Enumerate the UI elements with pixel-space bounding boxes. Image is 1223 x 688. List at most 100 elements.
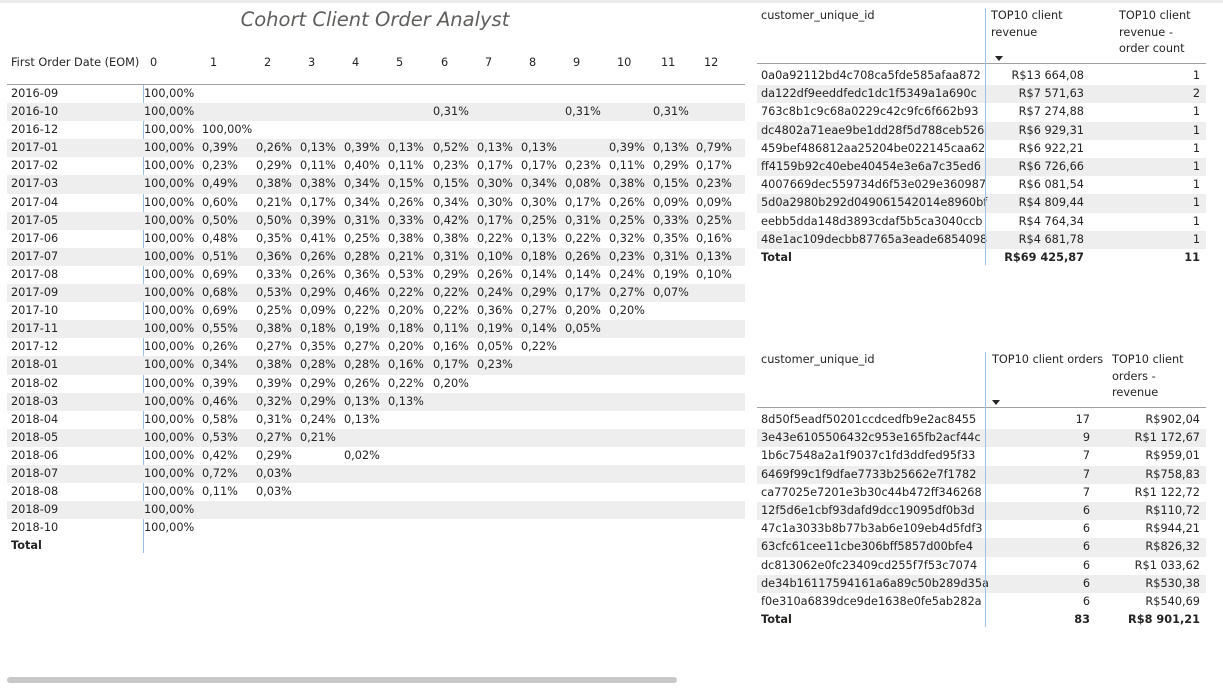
matrix-row[interactable]: 2016-12 100,00% 100,00% <box>7 121 745 139</box>
table-row[interactable]: 48e1ac109decbb87765a3eade6854098 R$4 681,… <box>757 230 1206 249</box>
column-header[interactable]: 0 <box>150 56 157 69</box>
matrix-cell: 100,00% <box>144 195 195 209</box>
sort-descending-icon[interactable] <box>992 400 1000 405</box>
table-row[interactable]: 4007669dec559734d6f53e029e360987 R$6 081,… <box>757 176 1206 194</box>
matrix-cell: 0,31% <box>565 213 601 227</box>
matrix-row[interactable]: 2018-04 100,00% 0,58% 0,31% 0,24% 0,13% <box>7 411 745 429</box>
column-header[interactable]: 6 <box>441 56 448 69</box>
column-header[interactable]: 9 <box>573 56 580 69</box>
table-row[interactable]: 3e43e6105506432c953e165fb2acf44c 9 R$1 172… <box>757 429 1206 448</box>
matrix-cell: 0,48% <box>202 231 238 245</box>
value-cell: R$758,83 <box>1145 467 1200 481</box>
row-label: 2018-09 <box>11 503 59 517</box>
matrix-row[interactable]: 2017-08 100,00% 0,69% 0,33% 0,26% 0,36% 0,53% 0… <box>7 266 745 284</box>
matrix-row[interactable]: 2017-10 100,00% 0,69% 0,25% 0,09% 0,22% 0,20% 0… <box>7 302 745 320</box>
matrix-row[interactable]: 2017-01 100,00% 0,39% 0,26% 0,13% 0,39% 0,13% 0… <box>7 139 745 158</box>
column-header[interactable]: 5 <box>396 56 403 69</box>
matrix-row[interactable]: 2016-10 100,00% 0,31% 0,31% 0,31% <box>7 103 745 122</box>
table-row[interactable]: 459bef486812aa25204be022145caa62 R$6 922,… <box>757 140 1206 158</box>
column-header[interactable]: customer_unique_id <box>761 8 971 25</box>
value-cell: 6 <box>1082 540 1090 554</box>
table-row[interactable]: 0a0a92112bd4c708ca5fde585afaa872 R$13 664… <box>757 67 1206 85</box>
table-row[interactable]: 47c1a3033b8b77b3ab6e109eb4d5fdf3 6 R$944,2… <box>757 520 1206 538</box>
top10-revenue-table[interactable]: customer_unique_id TOP10 client revenue TO… <box>757 8 1206 267</box>
customer-id-cell: 6469f99c1f9dfae7733b25662e7f1782 <box>761 467 977 481</box>
column-header[interactable]: TOP10 client revenue - order count <box>1119 8 1205 58</box>
column-header[interactable]: TOP10 client orders <box>992 352 1110 369</box>
column-header[interactable]: TOP10 client orders - revenue <box>1112 352 1205 402</box>
table-row[interactable]: 763c8b1c9c68a0229c42c9fc6f662b93 R$7 274,… <box>757 103 1206 121</box>
matrix-row[interactable]: 2017-02 100,00% 0,23% 0,29% 0,11% 0,40% 0,11% 0… <box>7 157 745 175</box>
table-row[interactable]: 8d50f5eadf50201ccdcedfb9e2ac8455 17 R$902,… <box>757 411 1206 429</box>
row-label: 2016-09 <box>11 87 59 100</box>
matrix-row[interactable]: 2017-04 100,00% 0,60% 0,21% 0,17% 0,34% 0,26% 0… <box>7 194 745 212</box>
matrix-row[interactable]: 2018-01 100,00% 0,34% 0,38% 0,28% 0,28% 0,16% 0… <box>7 356 745 375</box>
matrix-row[interactable]: 2016-09 100,00% <box>7 85 745 103</box>
matrix-row[interactable]: 2017-05 100,00% 0,50% 0,50% 0,39% 0,31% 0,33% 0… <box>7 211 745 230</box>
table-row[interactable]: f0e310a6839dce9de1638e0fe5ab282a 6 R$540,6… <box>757 593 1206 611</box>
table-row[interactable]: dc4802a71eae9be1dd28f5d788ceb526 R$6 929,… <box>757 121 1206 140</box>
table-row[interactable]: 6469f99c1f9dfae7733b25662e7f1782 7 R$758,8… <box>757 465 1206 484</box>
column-header[interactable]: TOP10 client revenue <box>991 8 1109 41</box>
row-header-label[interactable]: First Order Date (EOM) <box>11 56 139 69</box>
matrix-cell: 0,36% <box>477 304 513 318</box>
column-header[interactable]: customer_unique_id <box>761 352 971 369</box>
row-label: 2018-07 <box>11 466 59 480</box>
horizontal-scrollbar[interactable] <box>7 677 677 683</box>
table-row[interactable]: 1b6c7548a2a1f9037c1fd3ddfed95f33 7 R$959,0… <box>757 447 1206 465</box>
column-header[interactable]: 2 <box>264 56 271 69</box>
table-row[interactable]: de34b16117594161a6a89c50b289d35a 6 R$530,3… <box>757 574 1206 593</box>
value-cell: 17 <box>1075 413 1090 426</box>
matrix-cell: 0,15% <box>433 177 469 191</box>
matrix-cell: 100,00% <box>144 485 195 499</box>
column-header[interactable]: 1 <box>210 56 217 69</box>
cohort-matrix[interactable]: First Order Date (EOM) 0 1 2 3 4 5 6 7 8 9 10 11 12 20… <box>7 56 745 555</box>
matrix-cell: 0,60% <box>202 195 238 209</box>
matrix-cell: 0,38% <box>609 177 645 191</box>
table-row[interactable]: ff4159b92c40ebe40454e3e6a7c35ed6 R$6 726,… <box>757 157 1206 177</box>
matrix-row[interactable]: 2018-02 100,00% 0,39% 0,39% 0,29% 0,26% 0,22% 0… <box>7 375 745 393</box>
matrix-cell: 0,58% <box>202 412 238 426</box>
matrix-row[interactable]: 2017-07 100,00% 0,51% 0,36% 0,26% 0,28% 0,21% 0… <box>7 247 745 266</box>
table-row[interactable]: eebb5dda148d3893cdaf5b5ca3040ccb R$4 764,… <box>757 213 1206 231</box>
table-row[interactable]: 12f5d6e1cbf93dafd9dcc19095df0b3d 6 R$110,7… <box>757 501 1206 521</box>
sort-descending-icon[interactable] <box>995 56 1003 61</box>
matrix-row[interactable]: 2018-07 100,00% 0,72% 0,03% <box>7 464 745 484</box>
matrix-cell: 0,31% <box>256 412 292 426</box>
matrix-row[interactable]: 2017-12 100,00% 0,26% 0,27% 0,35% 0,27% 0,20% 0… <box>7 338 745 356</box>
column-header[interactable]: 3 <box>308 56 315 69</box>
table-row[interactable]: 63cfc61cee11cbe306bff5857d00bfe4 6 R$826,3… <box>757 538 1206 557</box>
matrix-row[interactable]: 2017-11 100,00% 0,55% 0,38% 0,18% 0,19% 0,18% 0… <box>7 320 745 339</box>
matrix-cell: 0,13% <box>653 141 689 155</box>
table-row[interactable]: dc813062e0fc23409cd255f7f53c7074 6 R$1 033… <box>757 557 1206 575</box>
column-header[interactable]: 11 <box>661 56 675 69</box>
column-header[interactable]: 12 <box>704 56 718 69</box>
matrix-cell: 0,17% <box>565 286 601 300</box>
matrix-row[interactable]: 2018-08 100,00% 0,11% 0,03% <box>7 483 745 501</box>
matrix-cell: 0,21% <box>388 249 424 263</box>
matrix-cell: 0,34% <box>433 195 469 209</box>
table-row[interactable]: ca77025e7201e3b30c44b472ff346268 7 R$1 122… <box>757 484 1206 502</box>
row-label: 2017-09 <box>11 286 59 300</box>
column-header[interactable]: 10 <box>617 56 631 69</box>
matrix-row[interactable]: 2018-10 100,00% <box>7 519 745 537</box>
matrix-row[interactable]: 2018-06 100,00% 0,42% 0,29% 0,02% <box>7 447 745 465</box>
matrix-row[interactable]: 2017-03 100,00% 0,49% 0,38% 0,38% 0,34% 0,15% 0… <box>7 175 745 194</box>
matrix-cell: 0,17% <box>477 213 513 227</box>
top10-orders-table[interactable]: customer_unique_id TOP10 client orders TOP… <box>757 352 1206 629</box>
column-header[interactable]: 8 <box>529 56 536 69</box>
column-header[interactable]: 7 <box>485 56 492 69</box>
matrix-cell: 100,00% <box>144 304 195 318</box>
matrix-cell: 0,15% <box>388 177 424 191</box>
matrix-row[interactable]: 2017-09 100,00% 0,68% 0,53% 0,29% 0,46% 0,22% 0… <box>7 284 745 303</box>
matrix-cell: 0,32% <box>609 231 645 245</box>
table-row[interactable]: 5d0a2980b292d049061542014e8960bf R$4 809,… <box>757 194 1206 213</box>
matrix-cell: 0,35% <box>300 340 336 354</box>
table-row[interactable]: da122df9eeddfedc1dc1f5349a1a690c R$7 571,… <box>757 85 1206 104</box>
matrix-row[interactable]: 2018-09 100,00% <box>7 501 745 520</box>
column-header[interactable]: 4 <box>352 56 359 69</box>
matrix-row[interactable]: 2018-05 100,00% 0,53% 0,27% 0,21% <box>7 428 745 447</box>
matrix-row[interactable]: 2017-06 100,00% 0,48% 0,35% 0,41% 0,25% 0,38% 0… <box>7 230 745 248</box>
matrix-row[interactable]: 2018-03 100,00% 0,46% 0,32% 0,29% 0,13% 0,13% <box>7 392 745 411</box>
value-cell: R$4 681,78 <box>1018 232 1084 246</box>
